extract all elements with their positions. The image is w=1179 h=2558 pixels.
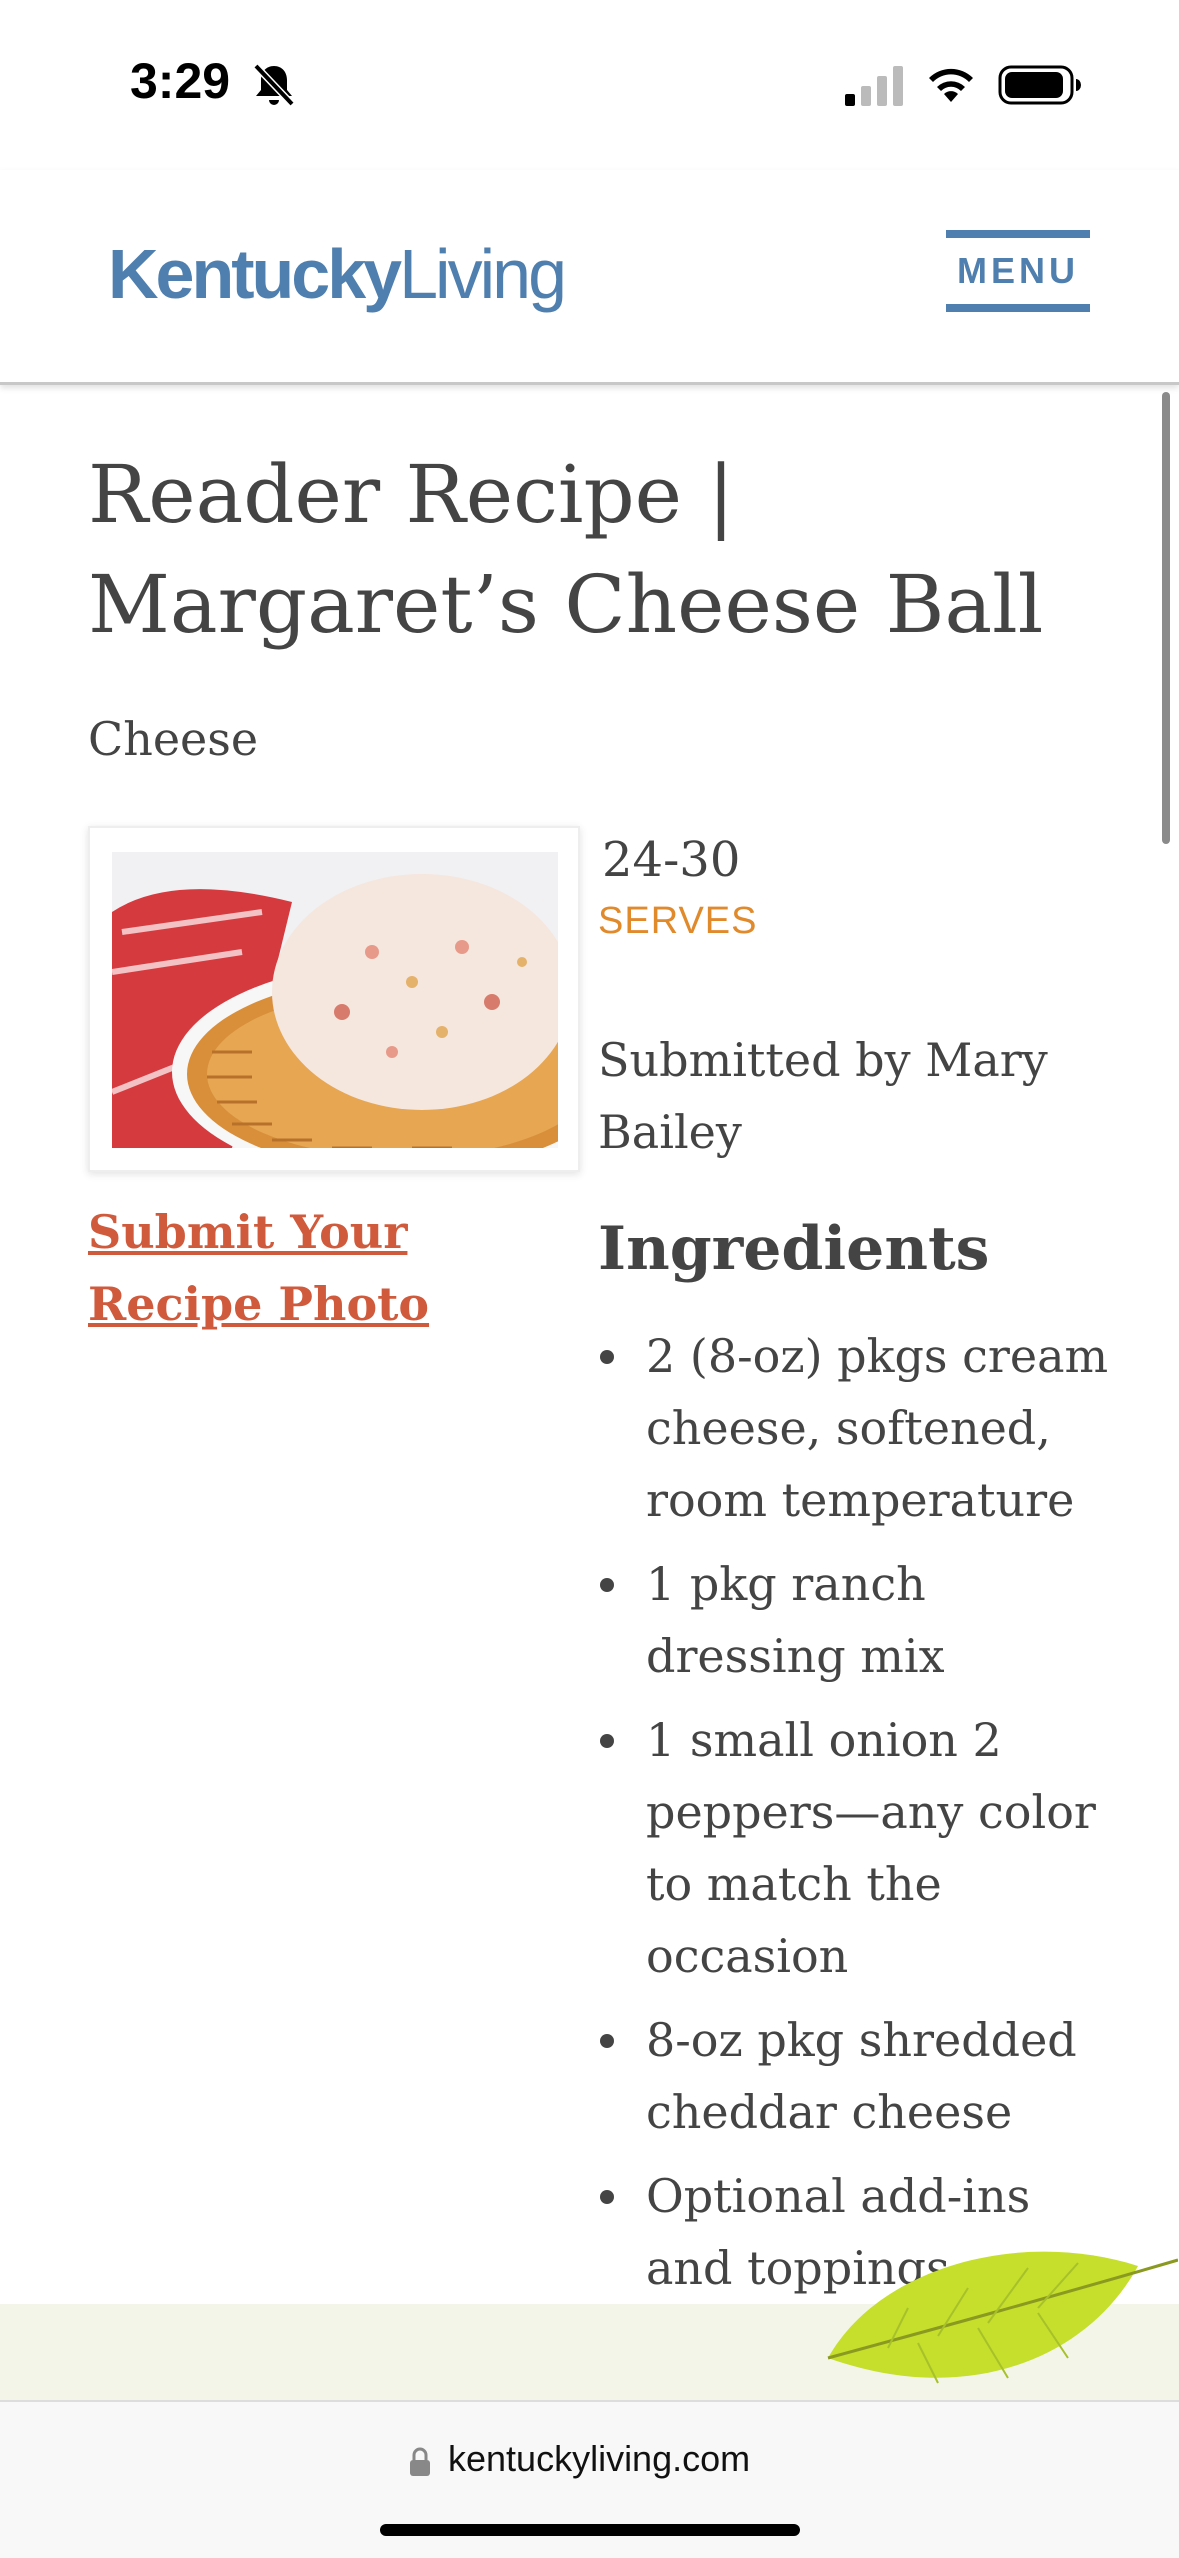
- recipe-category: Cheese: [88, 712, 259, 766]
- page-title: Reader Recipe | Margaret’s Cheese Ball: [88, 448, 1044, 651]
- battery-icon: [998, 65, 1081, 105]
- serves-value: 24-30: [602, 832, 741, 888]
- leaf-icon: [827, 2251, 1178, 2384]
- browser-address-bar[interactable]: kentuckyliving.com: [0, 2400, 1179, 2558]
- ingredient-item: 2 (8-oz) pkgs cream cheese, softened, ro…: [598, 1320, 1118, 1536]
- status-bar: 3:29: [0, 0, 1179, 170]
- logo-light-text: Living: [399, 235, 567, 313]
- bell-slash-icon: [253, 63, 295, 107]
- menu-button[interactable]: MENU: [946, 230, 1090, 312]
- site-header: KentuckyLiving MENU: [0, 170, 1179, 385]
- serves-label: SERVES: [598, 900, 758, 942]
- lock-icon: [410, 2447, 430, 2476]
- logo-bold-text: Kentucky: [108, 235, 402, 313]
- page-scrollbar[interactable]: [1162, 392, 1170, 844]
- submitted-by: Submitted by Mary Bailey: [598, 1033, 1048, 1159]
- ingredients-heading: Ingredients: [598, 1214, 990, 1284]
- ingredient-item: 8-oz pkg shredded cheddar cheese: [598, 2004, 1118, 2148]
- ingredients-list: 2 (8-oz) pkgs cream cheese, softened, ro…: [598, 1320, 1118, 2316]
- wifi-icon: [929, 68, 973, 102]
- ingredient-item: 1 pkg ranch dressing mix: [598, 1548, 1118, 1692]
- submit-recipe-photo-link[interactable]: Submit Your Recipe Photo: [88, 1196, 568, 1340]
- kentucky-living-logo[interactable]: KentuckyLiving: [108, 234, 567, 314]
- url-text[interactable]: kentuckyliving.com: [448, 2438, 750, 2480]
- recipe-image-frame[interactable]: [88, 826, 580, 1172]
- ingredient-item: 1 small onion 2 peppers—any color to mat…: [598, 1704, 1118, 1992]
- cheese-ball-photo: [112, 852, 558, 1148]
- status-time: 3:29: [130, 53, 231, 109]
- home-indicator[interactable]: [380, 2524, 800, 2536]
- cellular-signal-icon: [845, 66, 903, 106]
